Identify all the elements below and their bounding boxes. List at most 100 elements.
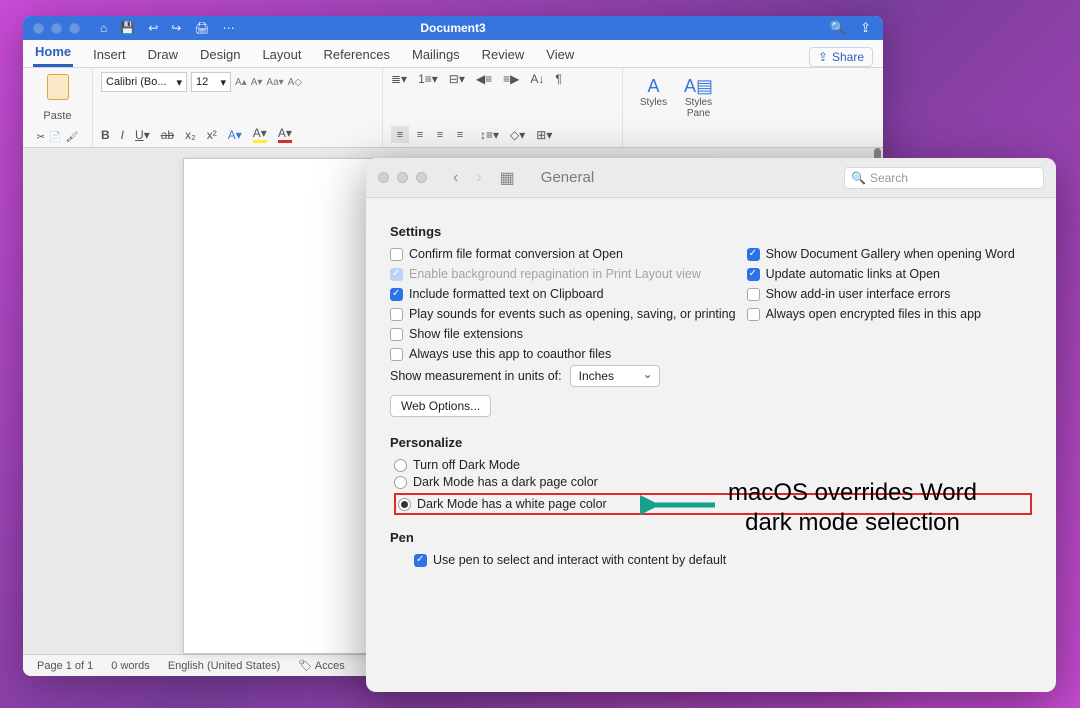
- dark-mode-radio-0[interactable]: Turn off Dark Mode: [394, 458, 1032, 472]
- setting-row-right-0: Show Document Gallery when opening Word: [747, 247, 1032, 261]
- checkbox-1: [390, 268, 403, 281]
- units-select[interactable]: Inches: [570, 365, 660, 387]
- checkbox-label: Always use this app to coauthor files: [409, 347, 611, 361]
- justify-icon[interactable]: ≡: [451, 126, 469, 143]
- tab-layout[interactable]: Layout: [260, 43, 303, 67]
- undo-icon[interactable]: ↩︎: [148, 21, 158, 35]
- shading-icon[interactable]: ◇▾: [510, 128, 525, 142]
- ribbon: Paste ✂ 📄 🖌 Calibri (Bo...▾ 12▾ A▴ A▾ Aa…: [23, 68, 883, 148]
- pen-checkbox[interactable]: [414, 554, 427, 567]
- checkbox-r-2[interactable]: [747, 288, 760, 301]
- line-spacing-icon[interactable]: ↕≡▾: [480, 128, 499, 142]
- pen-checkbox-row: Use pen to select and interact with cont…: [414, 553, 1032, 567]
- sort-icon[interactable]: A↓: [530, 72, 544, 86]
- prefs-heading: General: [541, 169, 594, 186]
- tab-home[interactable]: Home: [33, 40, 73, 67]
- clear-format-icon[interactable]: A◇: [288, 77, 302, 88]
- more-icon[interactable]: ⋯: [223, 21, 235, 35]
- annotation-text: macOS overrides Word dark mode selection: [728, 478, 977, 538]
- strike-icon[interactable]: ab: [161, 128, 174, 142]
- radio-1[interactable]: [394, 476, 407, 489]
- page-status[interactable]: Page 1 of 1: [37, 660, 93, 672]
- font-size-dropdown[interactable]: 12▾: [191, 72, 231, 92]
- word-count[interactable]: 0 words: [111, 660, 150, 672]
- prefs-close-dot[interactable]: [378, 172, 389, 183]
- checkbox-label: Show file extensions: [409, 327, 523, 341]
- superscript-icon[interactable]: x²: [207, 128, 217, 142]
- tab-view[interactable]: View: [544, 43, 576, 67]
- checkbox-0[interactable]: [390, 248, 403, 261]
- min-dot[interactable]: [51, 23, 62, 34]
- personalize-heading: Personalize: [390, 435, 1032, 450]
- indent-icon[interactable]: ≡▶: [503, 72, 519, 86]
- traffic-lights[interactable]: [23, 23, 90, 34]
- outdent-icon[interactable]: ◀≡: [476, 72, 492, 86]
- prefs-search[interactable]: 🔍 Search: [844, 167, 1044, 189]
- print-icon[interactable]: 🖨: [194, 21, 209, 35]
- forward-icon[interactable]: ›: [476, 169, 481, 187]
- subscript-icon[interactable]: x₂: [185, 128, 196, 142]
- tab-design[interactable]: Design: [198, 43, 242, 67]
- checkbox-4[interactable]: [390, 328, 403, 341]
- styles-pane-button[interactable]: A▤ Styles Pane: [676, 72, 721, 143]
- text-effects-icon[interactable]: A▾: [228, 128, 242, 142]
- styles-button[interactable]: A Styles: [631, 72, 676, 143]
- change-case-icon[interactable]: Aa▾: [266, 77, 283, 88]
- dark-mode-radio-2[interactable]: Dark Mode has a white page color: [398, 497, 607, 511]
- tab-insert[interactable]: Insert: [91, 43, 128, 67]
- prefs-min-dot[interactable]: [397, 172, 408, 183]
- zoom-dot[interactable]: [69, 23, 80, 34]
- language-status[interactable]: English (United States): [168, 660, 281, 672]
- accessibility-status[interactable]: 🏷 Acces: [298, 659, 344, 672]
- align-right-icon[interactable]: ≡: [431, 126, 449, 143]
- checkbox-r-0[interactable]: [747, 248, 760, 261]
- tab-review[interactable]: Review: [480, 43, 527, 67]
- share-icon[interactable]: ⇪: [860, 20, 871, 36]
- copy-icon[interactable]: 📄: [49, 132, 61, 143]
- back-icon[interactable]: ‹: [453, 169, 458, 187]
- highlight-icon[interactable]: A▾: [253, 126, 267, 143]
- prefs-zoom-dot[interactable]: [416, 172, 427, 183]
- multilevel-icon[interactable]: ⊟▾: [449, 72, 465, 86]
- align-center-icon[interactable]: ≡: [411, 126, 429, 143]
- italic-icon[interactable]: I: [121, 128, 124, 142]
- close-dot[interactable]: [33, 23, 44, 34]
- font-color-icon[interactable]: A▾: [278, 126, 292, 143]
- show-all-icon[interactable]: ▦: [500, 168, 515, 188]
- save-icon[interactable]: 💾: [120, 21, 135, 35]
- search-icon[interactable]: 🔍: [830, 20, 846, 36]
- tab-draw[interactable]: Draw: [146, 43, 180, 67]
- paste-icon[interactable]: [47, 74, 69, 100]
- checkbox-r-1[interactable]: [747, 268, 760, 281]
- underline-icon[interactable]: U▾: [135, 128, 150, 142]
- bold-icon[interactable]: B: [101, 128, 110, 142]
- web-options-button[interactable]: Web Options...: [390, 395, 491, 417]
- tab-mailings[interactable]: Mailings: [410, 43, 462, 67]
- setting-row-left-0: Confirm file format conversion at Open: [390, 247, 743, 261]
- checkbox-label: Show add-in user interface errors: [766, 287, 951, 301]
- grow-font-icon[interactable]: A▴: [235, 77, 247, 88]
- setting-row-right-1: Update automatic links at Open: [747, 267, 1032, 281]
- checkbox-3[interactable]: [390, 308, 403, 321]
- redo-icon[interactable]: ↪︎: [171, 21, 181, 35]
- align-left-icon[interactable]: ≡: [391, 126, 409, 143]
- checkbox-5[interactable]: [390, 348, 403, 361]
- radio-2[interactable]: [398, 498, 411, 511]
- radio-0[interactable]: [394, 459, 407, 472]
- prefs-titlebar: ‹ › ▦ General 🔍 Search: [366, 158, 1056, 198]
- borders-icon[interactable]: ⊞▾: [536, 128, 552, 142]
- bullets-icon[interactable]: ≣▾: [391, 72, 407, 86]
- format-painter-icon[interactable]: 🖌: [66, 132, 79, 143]
- radio-label: Dark Mode has a dark page color: [413, 475, 598, 489]
- tab-references[interactable]: References: [322, 43, 392, 67]
- share-button[interactable]: ⇪ Share: [809, 47, 873, 67]
- setting-row-left-3: Play sounds for events such as opening, …: [390, 307, 743, 321]
- numbering-icon[interactable]: 1≡▾: [418, 72, 438, 86]
- checkbox-2[interactable]: [390, 288, 403, 301]
- home-icon[interactable]: ⌂: [100, 21, 107, 35]
- checkbox-r-3[interactable]: [747, 308, 760, 321]
- paragraph-mark-icon[interactable]: ¶: [555, 72, 561, 86]
- cut-icon[interactable]: ✂: [37, 132, 45, 143]
- font-family-dropdown[interactable]: Calibri (Bo...▾: [101, 72, 187, 92]
- shrink-font-icon[interactable]: A▾: [251, 77, 263, 88]
